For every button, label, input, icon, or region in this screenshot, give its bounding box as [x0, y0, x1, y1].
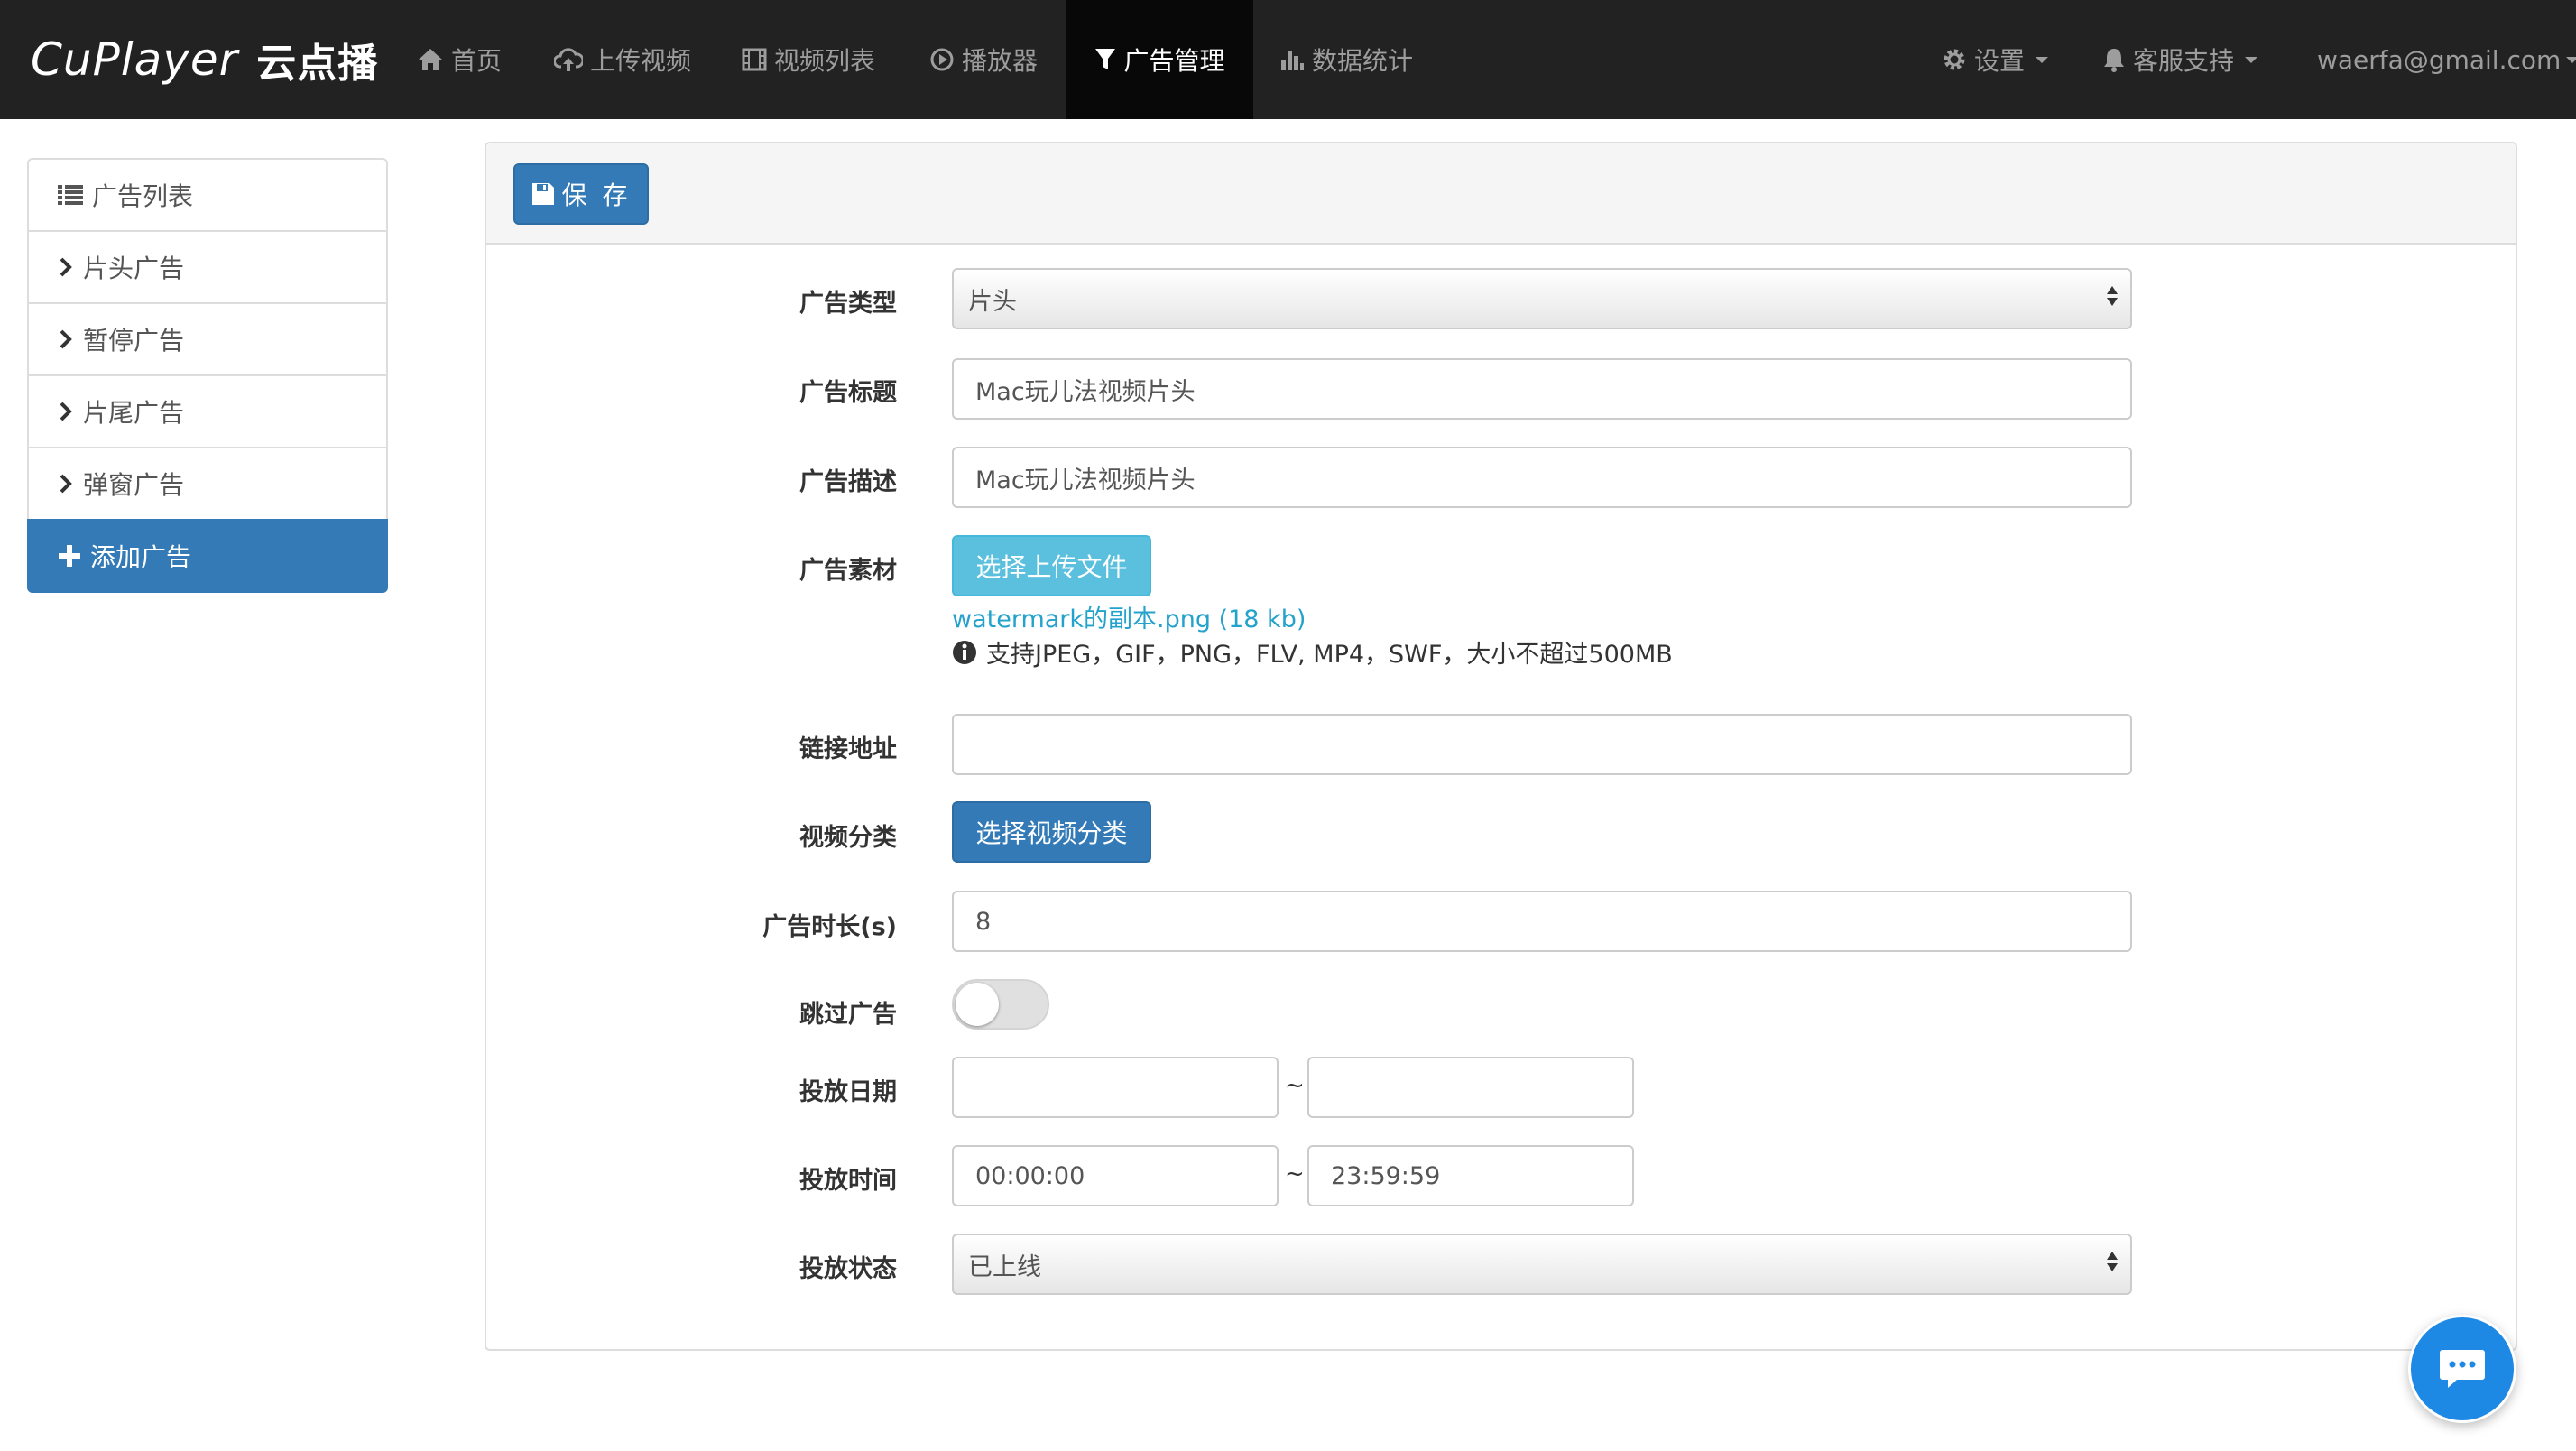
nav-home-label: 首页	[451, 46, 503, 76]
uploaded-file-link[interactable]: watermark的副本.png (18 kb)	[952, 599, 1306, 634]
brand-name: CuPlayer	[31, 33, 239, 86]
list-icon	[58, 185, 83, 205]
ad-material-label: 广告素材	[799, 557, 897, 585]
end-time-value: 23:59:59	[1331, 1161, 1441, 1190]
schedule-time-label: 投放时间	[799, 1167, 897, 1195]
sidebar-item-add-ad[interactable]: 添加广告	[27, 519, 388, 593]
date-range-separator: ~	[1285, 1072, 1305, 1099]
end-date-input[interactable]	[1307, 1057, 1634, 1118]
nav-settings-label: 设置	[1974, 46, 2026, 76]
chevron-down-icon	[2245, 56, 2258, 63]
sidebar-item-popup-ads[interactable]: 弹窗广告	[27, 447, 388, 521]
chevron-down-icon	[2036, 56, 2049, 63]
ad-type-label: 广告类型	[799, 290, 897, 318]
cloud-upload-icon	[554, 48, 583, 71]
nav-user-menu[interactable]: waerfa@gmail.com	[2317, 0, 2576, 119]
nav-ads[interactable]: 广告管理	[1066, 0, 1253, 119]
ad-duration-label: 广告时长(s)	[762, 913, 897, 941]
play-circle-icon	[930, 48, 954, 71]
choose-video-category-button[interactable]: 选择视频分类	[952, 801, 1151, 863]
plus-icon	[59, 545, 80, 567]
choose-upload-file-button[interactable]: 选择上传文件	[952, 535, 1151, 596]
end-time-input[interactable]: 23:59:59	[1307, 1145, 1634, 1206]
skip-ad-toggle[interactable]	[952, 979, 1049, 1030]
top-navbar: CuPlayer 云点播 首页 上传视频 视频列表 播放器 广告管理 数据统计 …	[0, 0, 2576, 119]
panel-toolbar: 保 存	[486, 143, 2516, 245]
chevron-down-icon	[2566, 56, 2576, 63]
nav-settings[interactable]: 设置	[1942, 0, 2049, 119]
nav-upload-label: 上传视频	[590, 46, 692, 76]
nav-upload[interactable]: 上传视频	[554, 0, 691, 119]
nav-support-label: 客服支持	[2133, 46, 2235, 76]
ad-title-input[interactable]: Mac玩儿法视频片头	[952, 358, 2132, 420]
ad-title-label: 广告标题	[799, 379, 897, 407]
sidebar-item-outro-ads[interactable]: 片尾广告	[27, 374, 388, 448]
info-circle-icon	[953, 640, 976, 664]
link-label: 链接地址	[799, 735, 897, 763]
material-help-text: 支持JPEG，GIF，PNG，FLV, MP4，SWF，大小不超过500MB	[952, 634, 1673, 670]
ad-duration-value: 8	[975, 907, 992, 936]
sidebar-item-label: 广告列表	[92, 181, 194, 211]
start-time-input[interactable]: 00:00:00	[952, 1145, 1279, 1206]
start-date-input[interactable]	[952, 1057, 1279, 1118]
sidebar-item-label: 弹窗广告	[83, 470, 185, 500]
ad-desc-value: Mac玩儿法视频片头	[975, 466, 1196, 494]
nav-video-list[interactable]: 视频列表	[742, 0, 875, 119]
link-input[interactable]	[952, 714, 2132, 775]
save-button[interactable]: 保 存	[513, 163, 649, 225]
nav-stats[interactable]: 数据统计	[1279, 0, 1413, 119]
nav-ads-label: 广告管理	[1123, 46, 1225, 76]
ad-title-value: Mac玩儿法视频片头	[975, 377, 1196, 406]
ad-status-label: 投放状态	[799, 1255, 897, 1283]
ad-status-value: 已上线	[968, 1252, 1041, 1281]
chat-bubble-icon	[2440, 1350, 2485, 1388]
bar-chart-icon	[1281, 51, 1304, 70]
chevron-right-icon	[60, 257, 72, 277]
video-category-label: 视频分类	[799, 824, 897, 852]
nav-stats-label: 数据统计	[1312, 46, 1414, 76]
select-arrows-icon	[2107, 1252, 2118, 1271]
nav-video-list-label: 视频列表	[774, 46, 876, 76]
sidebar-item-label: 添加广告	[90, 542, 192, 572]
chevron-right-icon	[60, 402, 72, 421]
chevron-right-icon	[60, 474, 72, 494]
time-range-separator: ~	[1285, 1160, 1305, 1188]
sidebar-item-pause-ads[interactable]: 暂停广告	[27, 302, 388, 376]
sidebar-item-label: 暂停广告	[83, 326, 185, 356]
gear-icon	[1944, 49, 1965, 70]
chevron-right-icon	[60, 329, 72, 349]
nav-home[interactable]: 首页	[417, 0, 502, 119]
save-button-label: 保 存	[561, 180, 632, 210]
sidebar-item-label: 片头广告	[83, 254, 185, 283]
floppy-disk-icon	[531, 183, 554, 205]
home-icon	[419, 49, 442, 70]
chat-support-button[interactable]	[2408, 1315, 2516, 1423]
ad-type-value: 片头	[968, 287, 1017, 316]
nav-support[interactable]: 客服支持	[2102, 0, 2258, 119]
toggle-knob	[956, 983, 999, 1026]
brand-suffix: 云点播	[256, 41, 379, 87]
bell-icon	[2104, 49, 2124, 72]
sidebar-item-intro-ads[interactable]: 片头广告	[27, 230, 388, 304]
filter-icon	[1095, 49, 1116, 69]
ad-status-select[interactable]: 已上线	[952, 1234, 2132, 1295]
sidebar: 广告列表 片头广告 暂停广告 片尾广告 弹窗广告 添加广告	[27, 158, 388, 593]
ad-type-select[interactable]: 片头	[952, 268, 2132, 329]
schedule-date-label: 投放日期	[799, 1078, 897, 1106]
sidebar-item-label: 片尾广告	[83, 398, 185, 428]
film-icon	[742, 48, 767, 71]
select-arrows-icon	[2107, 286, 2118, 306]
ad-desc-label: 广告描述	[799, 468, 897, 496]
ad-duration-input[interactable]: 8	[952, 891, 2132, 952]
material-help-label: 支持JPEG，GIF，PNG，FLV, MP4，SWF，大小不超过500MB	[986, 641, 1673, 669]
brand-logo[interactable]: CuPlayer 云点播	[31, 0, 378, 119]
start-time-value: 00:00:00	[975, 1161, 1085, 1190]
nav-player[interactable]: 播放器	[929, 0, 1038, 119]
skip-ad-label: 跳过广告	[799, 1001, 897, 1029]
nav-player-label: 播放器	[962, 46, 1039, 76]
ad-desc-input[interactable]: Mac玩儿法视频片头	[952, 447, 2132, 508]
nav-user-label: waerfa@gmail.com	[2317, 44, 2562, 75]
sidebar-item-ad-list[interactable]: 广告列表	[27, 158, 388, 232]
